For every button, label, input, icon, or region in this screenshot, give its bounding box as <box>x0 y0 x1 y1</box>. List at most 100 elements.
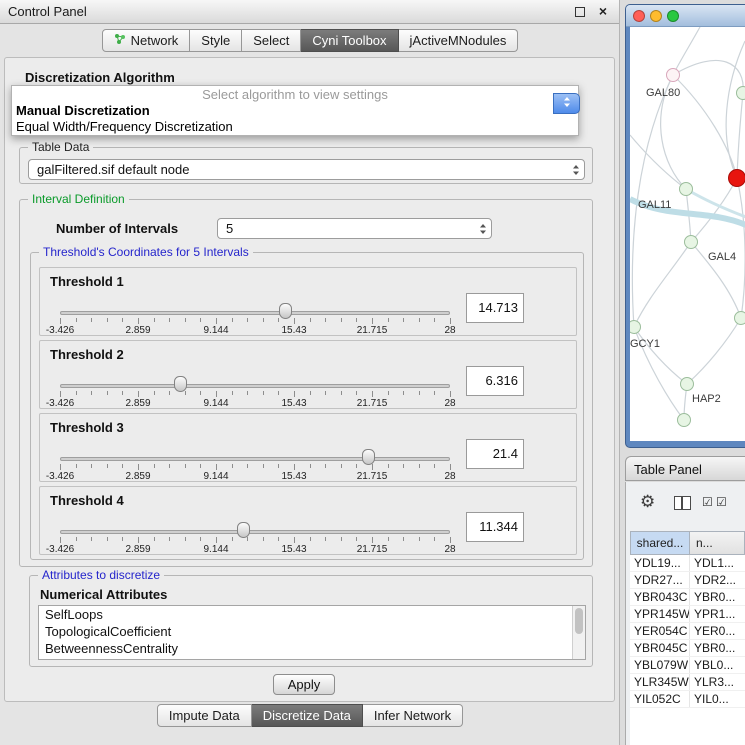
select-columns-checkbox-icon[interactable]: ☑ <box>716 495 727 509</box>
tab-discretize-data[interactable]: Discretize Data <box>252 704 363 727</box>
slider-track[interactable] <box>60 384 450 388</box>
float-window-icon[interactable] <box>575 7 585 17</box>
threshold-value-field[interactable]: 14.713 <box>466 293 524 323</box>
tick-mark <box>372 464 373 470</box>
tick-mark <box>388 318 389 322</box>
tab-network[interactable]: Network <box>102 29 191 52</box>
network-node[interactable] <box>677 413 691 427</box>
slider-thumb[interactable] <box>174 376 187 392</box>
network-edge <box>634 327 687 384</box>
number-of-intervals-value: 5 <box>218 221 475 236</box>
zoom-light-icon[interactable] <box>667 10 679 22</box>
tab-style[interactable]: Style <box>190 29 242 52</box>
list-item[interactable]: BetweennessCentrality <box>39 640 585 657</box>
threshold-block: Threshold 3-3.4262.8599.14415.4321.71528… <box>39 413 577 482</box>
network-node[interactable] <box>680 377 694 391</box>
number-of-intervals-combobox[interactable]: 5 <box>217 218 492 239</box>
column-header[interactable]: shared... <box>630 531 690 555</box>
scrollbar[interactable] <box>572 606 585 659</box>
close-icon[interactable]: × <box>599 4 607 19</box>
node-label: GAL11 <box>638 199 671 211</box>
table-panel-body: ⚙ ☑ ☑ shared...n... YDL19...YDL1...YDR27… <box>625 482 745 745</box>
scale-label: 9.144 <box>203 544 228 555</box>
threshold-value-field[interactable]: 21.4 <box>466 439 524 469</box>
table-header-row: shared...n... <box>630 531 745 555</box>
network-node[interactable] <box>736 86 745 100</box>
tick-mark <box>434 391 435 395</box>
slider-ticks <box>60 464 450 471</box>
table-cell: YPR145W <box>630 606 690 622</box>
network-node[interactable] <box>679 182 693 196</box>
network-edge <box>634 242 691 327</box>
slider-thumb[interactable] <box>362 449 375 465</box>
tick-mark <box>232 318 233 322</box>
threshold-value-field[interactable]: 6.316 <box>466 366 524 396</box>
scrollbar-thumb[interactable] <box>575 608 583 634</box>
tick-mark <box>154 464 155 468</box>
node-label: HAP2 <box>692 393 721 405</box>
table-row[interactable]: YBR045CYBR0... <box>630 640 745 657</box>
close-light-icon[interactable] <box>633 10 645 22</box>
minimize-light-icon[interactable] <box>650 10 662 22</box>
table-cell: YBR0... <box>690 589 745 605</box>
table-row[interactable]: YIL052CYIL0... <box>630 691 745 708</box>
bottom-tab-bar: Impute Data Discretize Data Infer Network <box>0 704 620 727</box>
tab-label: Impute Data <box>169 708 240 723</box>
scale-label: 15.43 <box>281 398 306 409</box>
column-header[interactable]: n... <box>690 531 745 555</box>
tick-mark <box>356 537 357 541</box>
network-node[interactable] <box>666 68 680 82</box>
apply-button[interactable]: Apply <box>273 674 335 695</box>
tab-jactivemnodules[interactable]: jActiveMNodules <box>399 29 519 52</box>
network-edge <box>673 75 737 178</box>
tab-select[interactable]: Select <box>242 29 301 52</box>
table-row[interactable]: YDL19...YDL1... <box>630 555 745 572</box>
threshold-value-field[interactable]: 11.344 <box>466 512 524 542</box>
tick-mark <box>372 537 373 543</box>
tick-mark <box>294 318 295 324</box>
tick-mark <box>247 464 248 468</box>
tick-mark <box>450 391 451 397</box>
network-edge <box>726 41 745 178</box>
tick-mark <box>138 537 139 543</box>
table-row[interactable]: YER054CYER0... <box>630 623 745 640</box>
network-node[interactable] <box>734 311 745 325</box>
table-row[interactable]: YBR043CYBR0... <box>630 589 745 606</box>
network-canvas[interactable]: GAL80GAL11GAL4GCY1HAP2 <box>630 27 745 441</box>
algorithm-option[interactable]: Equal Width/Frequency Discretization <box>12 119 578 135</box>
tick-mark <box>419 537 420 541</box>
network-node[interactable] <box>728 169 745 187</box>
algorithm-combobox-button[interactable] <box>553 93 580 114</box>
table-data-combobox[interactable]: galFiltered.sif default node <box>28 159 585 180</box>
slider-scale: -3.4262.8599.14415.4321.71528 <box>60 398 450 409</box>
attributes-listbox[interactable]: SelfLoopsTopologicalCoefficientBetweenne… <box>38 605 586 660</box>
tab-impute-data[interactable]: Impute Data <box>157 704 252 727</box>
table-rows: YDL19...YDL1...YDR27...YDR2...YBR043CYBR… <box>630 555 745 745</box>
slider-thumb[interactable] <box>279 303 292 319</box>
columns-icon[interactable] <box>674 496 691 510</box>
select-all-checkbox-icon[interactable]: ☑ <box>702 495 713 509</box>
slider-track[interactable] <box>60 311 450 315</box>
table-row[interactable]: YBL079WYBL0... <box>630 657 745 674</box>
algorithm-option[interactable]: Manual Discretization <box>12 103 578 119</box>
table-row[interactable]: YPR145WYPR1... <box>630 606 745 623</box>
table-row[interactable]: YDR27...YDR2... <box>630 572 745 589</box>
table-cell: YER054C <box>630 623 690 639</box>
tick-mark <box>169 391 170 395</box>
tick-mark <box>185 318 186 322</box>
gear-icon[interactable]: ⚙ <box>640 492 655 512</box>
tab-label: Discretize Data <box>263 708 351 723</box>
network-edge <box>737 93 743 178</box>
list-item[interactable]: TopologicalCoefficient <box>39 623 585 640</box>
network-node[interactable] <box>684 235 698 249</box>
list-item[interactable]: SelfLoops <box>39 606 585 623</box>
tab-infer-network[interactable]: Infer Network <box>363 704 463 727</box>
tick-mark <box>356 391 357 395</box>
slider-track[interactable] <box>60 457 450 461</box>
tab-cyni-toolbox[interactable]: Cyni Toolbox <box>301 29 398 52</box>
slider-thumb[interactable] <box>237 522 250 538</box>
table-row[interactable]: YLR345WYLR3... <box>630 674 745 691</box>
slider-track[interactable] <box>60 530 450 534</box>
network-edge <box>687 318 741 384</box>
network-window-titlebar <box>626 5 745 27</box>
